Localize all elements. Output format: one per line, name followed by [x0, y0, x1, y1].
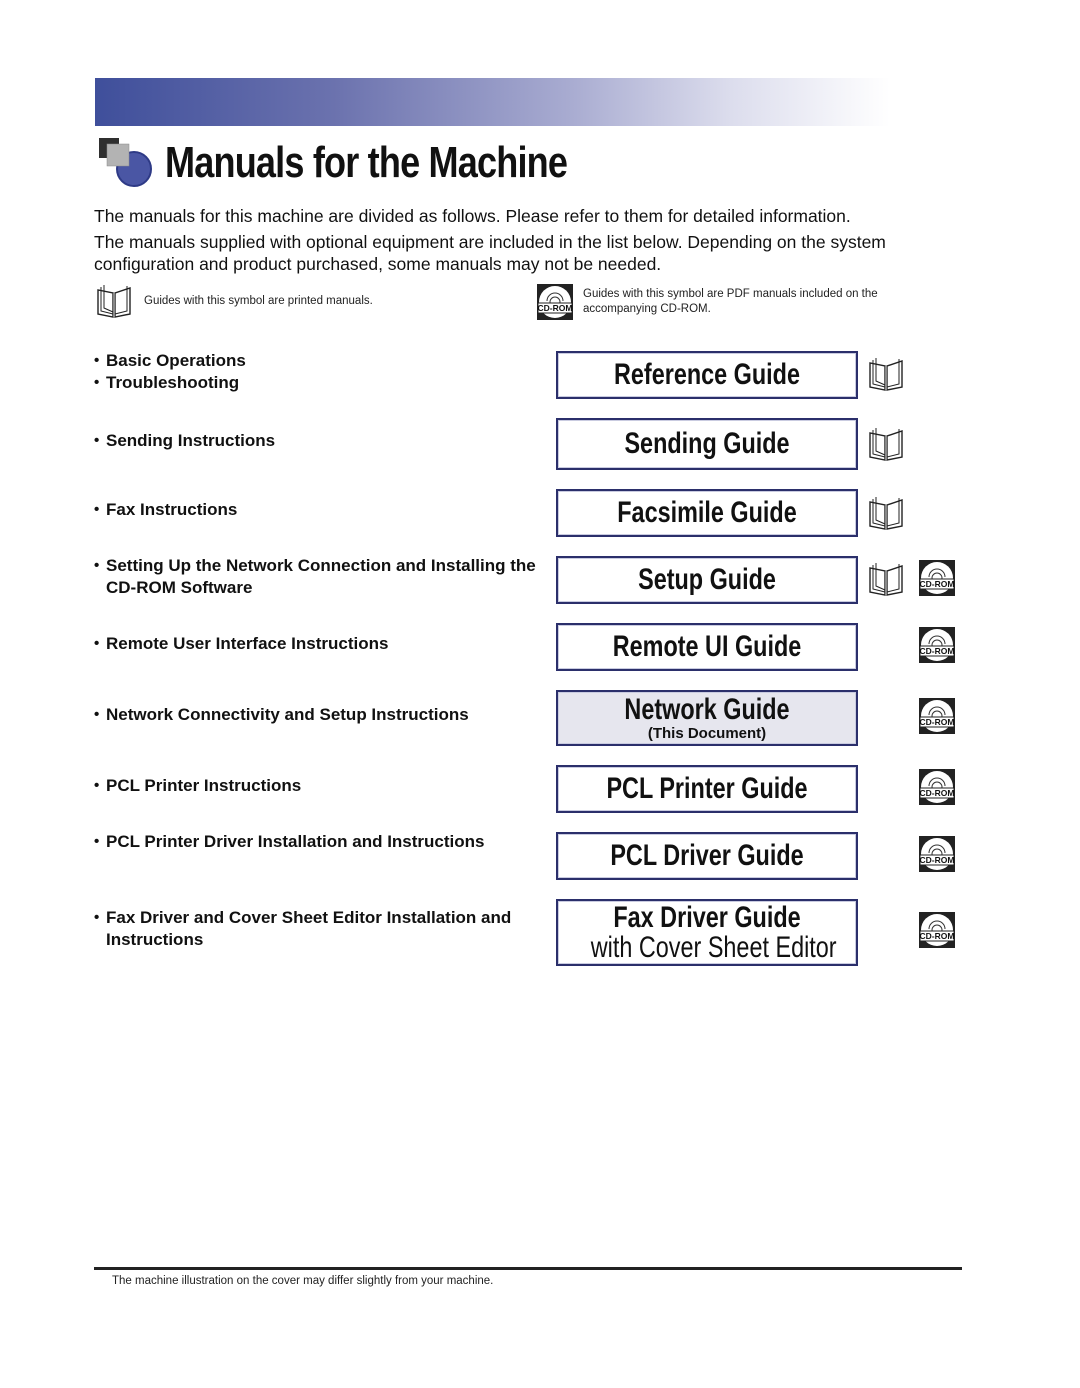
legend-printed: Guides with this symbol are printed manu… [94, 284, 373, 318]
description-item: • Setting Up the Network Connection and I… [94, 555, 544, 599]
guide-box: Network Guide (This Document) [556, 690, 858, 746]
bullet: • [94, 777, 100, 794]
description-text: Setting Up the Network Connection and In… [106, 556, 536, 597]
section-title-icon [97, 136, 153, 188]
svg-text:CD-ROM: CD-ROM [920, 931, 955, 941]
guide-box: PCL Printer Guide [556, 765, 858, 813]
manual-description: • PCL Printer Instructions [94, 775, 544, 797]
guide-title: Fax Driver Guide [613, 901, 801, 934]
description-text: Network Connectivity and Setup Instructi… [106, 705, 469, 724]
description-item: • Fax Driver and Cover Sheet Editor Insta… [94, 907, 544, 951]
description-item: • Basic Operations [94, 350, 544, 372]
svg-text:CD-ROM: CD-ROM [920, 579, 955, 589]
description-item: • PCL Printer Driver Installation and Ins… [94, 831, 544, 853]
guide-title: PCL Printer Guide [606, 772, 808, 805]
description-text: PCL Printer Driver Installation and Inst… [106, 832, 485, 851]
guide-box: Fax Driver Guide with Cover Sheet Editor [556, 899, 858, 966]
description-item: • Network Connectivity and Setup Instruct… [94, 704, 544, 726]
bullet: • [94, 374, 100, 391]
cd-rom-icon: CD-ROM [919, 912, 955, 953]
book-icon [866, 427, 906, 466]
book-icon [94, 284, 134, 318]
description-text: PCL Printer Instructions [106, 776, 302, 795]
footer-note: The machine illustration on the cover ma… [112, 1275, 494, 1287]
description-item: • Sending Instructions [94, 430, 544, 452]
description-text: Fax Driver and Cover Sheet Editor Instal… [106, 908, 512, 949]
guide-title: Facsimile Guide [617, 496, 797, 529]
description-text: Basic Operations [106, 351, 246, 370]
bullet: • [94, 635, 100, 652]
cd-rom-icon: CD-ROM [919, 560, 955, 601]
guide-box: Remote UI Guide [556, 623, 858, 671]
page-title: Manuals for the Machine [165, 138, 568, 187]
bullet: • [94, 352, 100, 369]
bullet: • [94, 557, 100, 574]
cd-rom-icon: CD-ROM [919, 698, 955, 739]
legend-printed-text: Guides with this symbol are printed manu… [144, 294, 373, 307]
guide-box: Facsimile Guide [556, 489, 858, 537]
manual-description: • PCL Printer Driver Installation and Ins… [94, 831, 544, 853]
cd-rom-icon: CD-ROM [919, 836, 955, 877]
book-icon [866, 357, 906, 396]
guide-title: Reference Guide [614, 358, 800, 391]
guide-title: Remote UI Guide [612, 630, 802, 663]
guide-title: PCL Driver Guide [610, 839, 804, 872]
manual-description: • Fax Instructions [94, 499, 544, 521]
svg-text:CD-ROM: CD-ROM [920, 646, 955, 656]
description-item: • Troubleshooting [94, 372, 544, 394]
header-band [95, 78, 890, 126]
guide-title: Setup Guide [638, 563, 776, 596]
manual-description: • Sending Instructions [94, 430, 544, 452]
description-text: Remote User Interface Instructions [106, 634, 389, 653]
manual-description: • Fax Driver and Cover Sheet Editor Insta… [94, 907, 544, 951]
description-item: • Fax Instructions [94, 499, 544, 521]
bullet: • [94, 501, 100, 518]
legend-cdrom: CD-ROM Guides with this symbol are PDF m… [537, 284, 943, 320]
intro-paragraph-2: The manuals supplied with optional equip… [94, 232, 886, 274]
manual-description: • Network Connectivity and Setup Instruct… [94, 704, 544, 726]
svg-text:CD-ROM: CD-ROM [920, 855, 955, 865]
description-text: Sending Instructions [106, 431, 276, 450]
guide-box: PCL Driver Guide [556, 832, 858, 880]
bullet: • [94, 909, 100, 926]
svg-text:CD-ROM: CD-ROM [920, 717, 955, 727]
description-item: • Remote User Interface Instructions [94, 633, 544, 655]
svg-text:CD-ROM: CD-ROM [920, 788, 955, 798]
legend-cdrom-text: Guides with this symbol are PDF manuals … [583, 288, 878, 315]
footer-rule [94, 1267, 962, 1270]
description-item: • PCL Printer Instructions [94, 775, 544, 797]
guide-box: Reference Guide [556, 351, 858, 399]
cd-rom-icon: CD-ROM [919, 627, 955, 668]
guide-title: Network Guide [624, 693, 790, 726]
description-text: Troubleshooting [106, 373, 240, 392]
manual-description: • Remote User Interface Instructions [94, 633, 544, 655]
cd-rom-icon: CD-ROM [537, 284, 573, 320]
description-text: Fax Instructions [106, 500, 238, 519]
manual-description: • Basic Operations • Troubleshooting [94, 350, 544, 394]
cd-rom-icon: CD-ROM [919, 769, 955, 810]
guide-subtitle: with Cover Sheet Editor [590, 931, 837, 964]
book-icon [866, 562, 906, 601]
bullet: • [94, 833, 100, 850]
cd-rom-label: CD-ROM [538, 303, 573, 313]
manual-description: • Setting Up the Network Connection and I… [94, 555, 544, 599]
book-icon [866, 496, 906, 535]
bullet: • [94, 432, 100, 449]
guide-subtitle: (This Document) [647, 725, 767, 742]
guide-title: Sending Guide [624, 427, 790, 460]
bullet: • [94, 706, 100, 723]
guide-box: Sending Guide [556, 418, 858, 470]
guide-box: Setup Guide [556, 556, 858, 604]
intro-paragraph-1: The manuals for this machine are divided… [94, 206, 851, 226]
